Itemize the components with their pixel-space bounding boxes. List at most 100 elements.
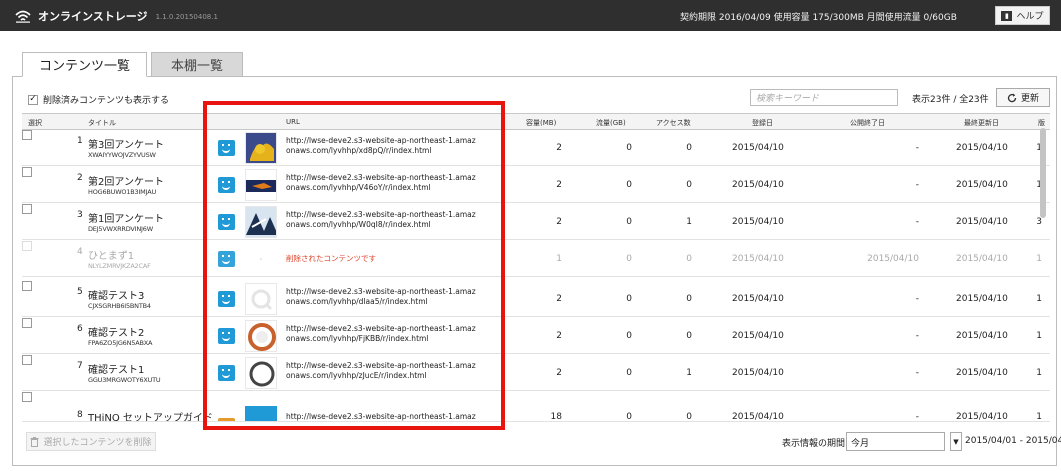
row-extra: 1 xyxy=(1036,294,1042,304)
row-title[interactable]: 第3回アンケート xyxy=(88,136,164,151)
row-title[interactable]: 確認テスト3 xyxy=(88,287,144,302)
row-select-checkbox[interactable] xyxy=(22,355,32,365)
table-row[interactable]: 6 確認テスト2 FPA6ZO5JG6N5ABXA http://lwse-de… xyxy=(22,318,1050,354)
row-number: 3 xyxy=(77,210,83,220)
help-button[interactable]: ▮ ヘルプ xyxy=(995,6,1050,25)
table-row[interactable]: 7 確認テスト1 GGU3MRGWOTY6XUTU http://lwse-de… xyxy=(22,355,1050,391)
table-row[interactable]: 5 確認テスト3 CJXSGRHB6I5BNTB4 http://lwse-de… xyxy=(22,281,1050,317)
row-number: 1 xyxy=(77,136,83,146)
col-select[interactable]: 選択 xyxy=(28,118,42,128)
row-traffic: 0 xyxy=(626,217,632,227)
row-capacity: 2 xyxy=(556,368,562,378)
col-title[interactable]: タイトル xyxy=(88,118,116,128)
tab-bookshelf-list[interactable]: 本棚一覧 xyxy=(151,52,243,77)
row-registered: 2015/04/10 xyxy=(732,331,784,341)
delete-selected-label: 選択したコンテンツを削除 xyxy=(43,438,152,448)
row-registered: 2015/04/10 xyxy=(732,412,784,422)
row-code: GGU3MRGWOTY6XUTU xyxy=(88,376,161,384)
row-select-checkbox[interactable] xyxy=(22,318,32,328)
col-extra[interactable]: 版 xyxy=(1038,118,1045,128)
row-registered: 2015/04/10 xyxy=(732,143,784,153)
table-row[interactable]: 2 第2回アンケート HOG6BUWO1B3IMJAU http://lwse-… xyxy=(22,167,1050,203)
row-access: 0 xyxy=(686,143,692,153)
row-last-updated: 2015/04/10 xyxy=(956,294,1008,304)
row-code: CJXSGRHB6I5BNTB4 xyxy=(88,302,151,310)
row-extra: 3 xyxy=(1036,217,1042,227)
col-pub-end[interactable]: 公開終了日 xyxy=(850,118,885,128)
row-access: 0 xyxy=(686,254,692,264)
row-last-updated: 2015/04/10 xyxy=(956,412,1008,422)
row-capacity: 18 xyxy=(550,412,562,422)
row-access: 1 xyxy=(686,217,692,227)
table-row[interactable]: 4 ひとまず1 NLYLZMRVJKZA2CAF 削除されたコンテンツです 1 … xyxy=(22,241,1050,277)
row-number: 2 xyxy=(77,173,83,183)
footer-bar: 選択したコンテンツを削除 表示情報の期間 今月 ▼ 2015/04/01 - 2… xyxy=(22,430,1061,455)
row-last-updated: 2015/04/10 xyxy=(956,180,1008,190)
row-select-checkbox[interactable] xyxy=(22,392,32,402)
row-access: 0 xyxy=(686,412,692,422)
row-traffic: 0 xyxy=(626,294,632,304)
row-select-checkbox[interactable] xyxy=(22,167,32,177)
show-deleted-checkbox[interactable]: ✓ xyxy=(28,94,38,105)
table-scrollbar[interactable] xyxy=(1040,128,1046,218)
row-traffic: 0 xyxy=(626,180,632,190)
refresh-button[interactable]: 更新 xyxy=(996,88,1050,107)
highlight-box xyxy=(203,101,505,430)
row-select-checkbox[interactable] xyxy=(22,204,32,214)
row-select-checkbox[interactable] xyxy=(22,130,32,140)
brand: オンラインストレージ 1.1.0.20150408.1 xyxy=(14,8,218,24)
refresh-icon xyxy=(1007,93,1017,102)
period-range: 2015/04/01 - 2015/04/30 xyxy=(965,436,1061,446)
row-pub-end: 2015/04/10 xyxy=(867,254,919,264)
trash-icon xyxy=(30,436,39,447)
row-title[interactable]: 第1回アンケート xyxy=(88,210,164,225)
row-number: 8 xyxy=(77,410,83,420)
row-code: DEJ5VWXRRDVINJ6W xyxy=(88,225,153,233)
app-name: オンラインストレージ xyxy=(38,10,148,23)
search-input[interactable] xyxy=(750,89,898,106)
table-row[interactable]: 3 第1回アンケート DEJ5VWXRRDVINJ6W http://lwse-… xyxy=(22,204,1050,240)
row-extra: 1 xyxy=(1036,412,1042,422)
row-traffic: 0 xyxy=(626,331,632,341)
row-pub-end: - xyxy=(915,412,919,422)
delete-selected-button[interactable]: 選択したコンテンツを削除 xyxy=(26,432,156,451)
row-extra: 1 xyxy=(1036,368,1042,378)
col-access[interactable]: アクセス数 xyxy=(656,118,691,128)
row-extra: 1 xyxy=(1036,331,1042,341)
row-pub-end: - xyxy=(915,331,919,341)
period-select[interactable]: 今月 xyxy=(846,432,945,451)
row-title[interactable]: 確認テスト1 xyxy=(88,361,144,376)
row-traffic: 0 xyxy=(626,254,632,264)
refresh-label: 更新 xyxy=(1020,94,1039,104)
row-number: 4 xyxy=(77,247,83,257)
col-capacity[interactable]: 容量(MB) xyxy=(526,118,556,128)
row-title[interactable]: 第2回アンケート xyxy=(88,173,164,188)
row-capacity: 2 xyxy=(556,180,562,190)
row-pub-end: - xyxy=(915,294,919,304)
show-deleted-label: 削除済みコンテンツも表示する xyxy=(43,96,170,106)
col-last-updated[interactable]: 最終更新日 xyxy=(964,118,999,128)
row-last-updated: 2015/04/10 xyxy=(956,143,1008,153)
table-row[interactable]: 8 THiNQ セットアップガイド http://lwse-deve2.s3-w… xyxy=(22,392,1050,422)
row-title[interactable]: ひとまず1 xyxy=(88,247,134,262)
col-traffic[interactable]: 流量(GB) xyxy=(596,118,626,128)
row-traffic: 0 xyxy=(626,368,632,378)
row-title[interactable]: 確認テスト2 xyxy=(88,324,144,339)
row-code: XWAIYYWOJVZYVUSW xyxy=(88,151,156,159)
row-select-checkbox[interactable] xyxy=(22,281,32,291)
row-number: 6 xyxy=(77,324,83,334)
row-registered: 2015/04/10 xyxy=(732,368,784,378)
row-access: 0 xyxy=(686,180,692,190)
help-label: ヘルプ xyxy=(1016,12,1044,22)
row-registered: 2015/04/10 xyxy=(732,294,784,304)
tab-content-list[interactable]: コンテンツ一覧 xyxy=(22,52,147,77)
col-registered[interactable]: 登録日 xyxy=(752,118,773,128)
table-row[interactable]: 1 第3回アンケート XWAIYYWOJVZYVUSW http://lwse-… xyxy=(22,130,1050,166)
row-capacity: 1 xyxy=(556,254,562,264)
chevron-down-icon[interactable]: ▼ xyxy=(950,432,962,451)
row-title[interactable]: THiNQ セットアップガイド xyxy=(88,409,213,421)
tab-bar: コンテンツ一覧 本棚一覧 xyxy=(12,52,1057,77)
row-last-updated: 2015/04/10 xyxy=(956,368,1008,378)
show-deleted-toggle[interactable]: ✓ 削除済みコンテンツも表示する xyxy=(28,93,169,106)
row-select-checkbox[interactable] xyxy=(22,241,32,251)
